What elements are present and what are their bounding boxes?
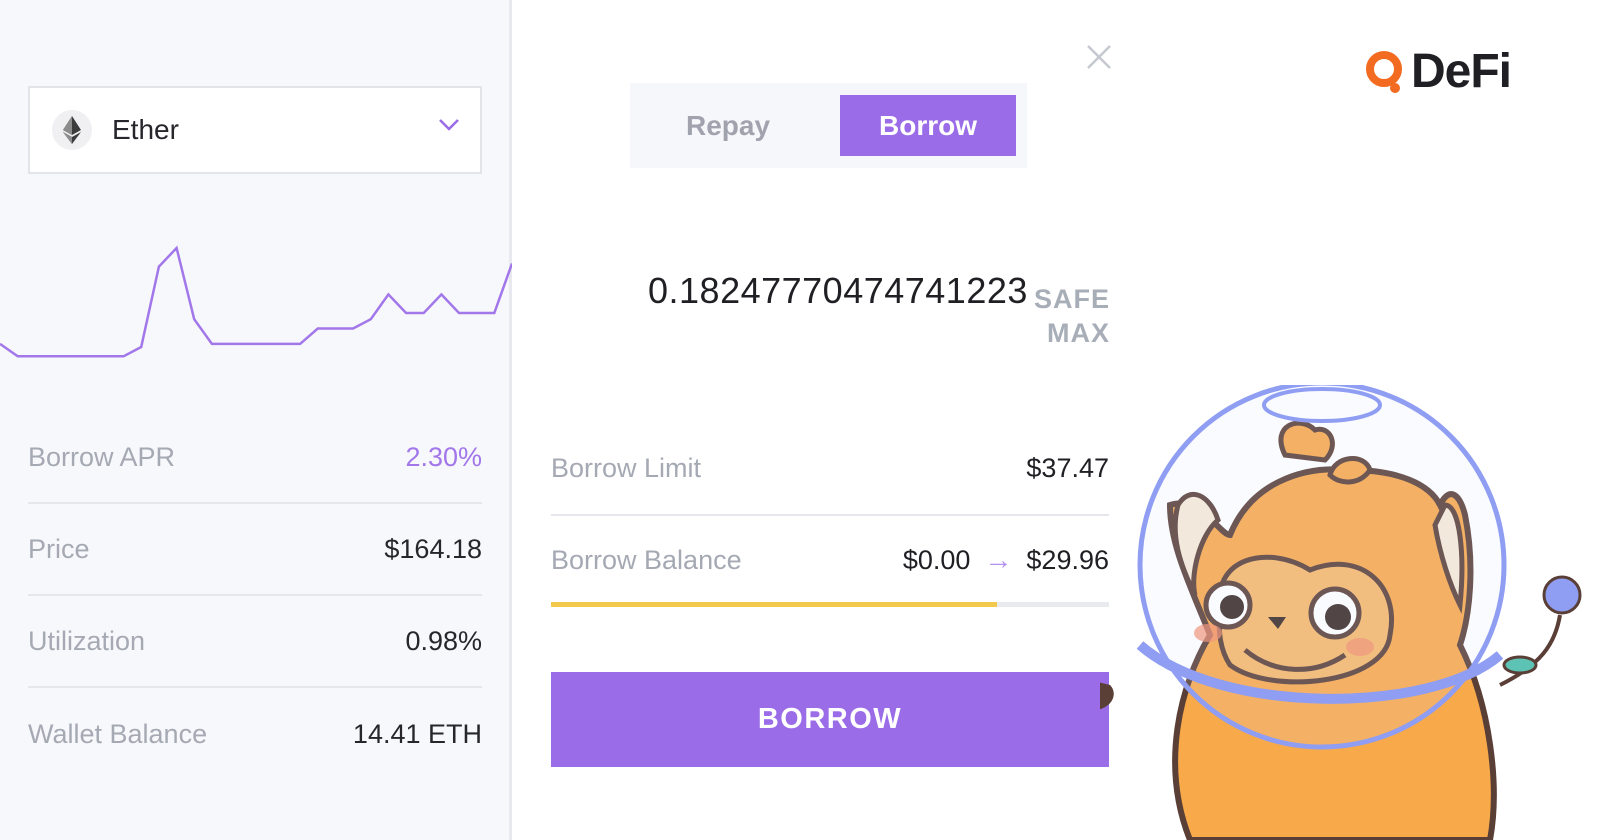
tab-repay[interactable]: Repay [640, 95, 816, 156]
action-tabs: Repay Borrow [630, 83, 1027, 168]
borrow-limit-value: $37.47 [1026, 452, 1109, 483]
stat-label: Price [28, 533, 90, 564]
asset-name: Ether [112, 114, 179, 145]
stat-value: 2.30% [405, 441, 482, 472]
safe-max-button[interactable]: SAFE MAX [1020, 282, 1110, 350]
borrow-balance-from: $0.00 [902, 544, 971, 575]
borrow-limit-progress [551, 602, 1109, 607]
close-icon[interactable] [1086, 44, 1112, 70]
tab-borrow[interactable]: Borrow [840, 95, 1016, 156]
borrow-balance-row: Borrow Balance $0.00 → $29.96 [551, 514, 1109, 606]
market-panel: Ether Borrow APR 2.30% Price $164.18 Uti… [0, 0, 512, 840]
stat-label: Wallet Balance [28, 718, 208, 749]
borrow-rate-sparkline [0, 245, 512, 358]
logo-text: DeFi [1411, 45, 1512, 98]
borrow-limit-row: Borrow Limit $37.47 [551, 422, 1109, 516]
amount-input[interactable]: 0.18247770474741223 [648, 270, 1028, 312]
stat-row-price: Price $164.18 [28, 504, 482, 596]
borrow-limit-label: Borrow Limit [551, 452, 702, 483]
borrow-balance-value: $0.00 → $29.96 [903, 544, 1109, 576]
stat-row-wallet-balance: Wallet Balance 14.41 ETH [28, 688, 482, 780]
stat-value: 0.98% [405, 625, 482, 656]
safe-max-line2: MAX [1047, 318, 1110, 348]
stat-value: $164.18 [384, 533, 482, 564]
safe-max-line1: SAFE [1033, 284, 1110, 314]
stat-value: 14.41 ETH [352, 718, 482, 749]
stat-label: Utilization [28, 625, 146, 656]
asset-selector[interactable]: Ether [28, 86, 482, 174]
stat-label: Borrow APR [28, 441, 176, 472]
chevron-down-icon[interactable] [438, 118, 460, 132]
ethereum-icon [52, 110, 92, 150]
arrow-right-icon: → [984, 544, 1013, 575]
borrow-balance-to: $29.96 [1026, 544, 1109, 575]
stat-row-borrow-apr: Borrow APR 2.30% [28, 412, 482, 504]
sparkline-series [0, 245, 512, 358]
defi-logo: DeFi [1365, 44, 1512, 99]
stat-row-utilization: Utilization 0.98% [28, 596, 482, 688]
progress-fill [551, 602, 998, 607]
borrow-button[interactable]: BORROW [551, 672, 1109, 767]
mascot-illustration [1100, 385, 1582, 840]
borrow-balance-label: Borrow Balance [551, 544, 742, 575]
logo-mark-icon [1366, 50, 1402, 93]
